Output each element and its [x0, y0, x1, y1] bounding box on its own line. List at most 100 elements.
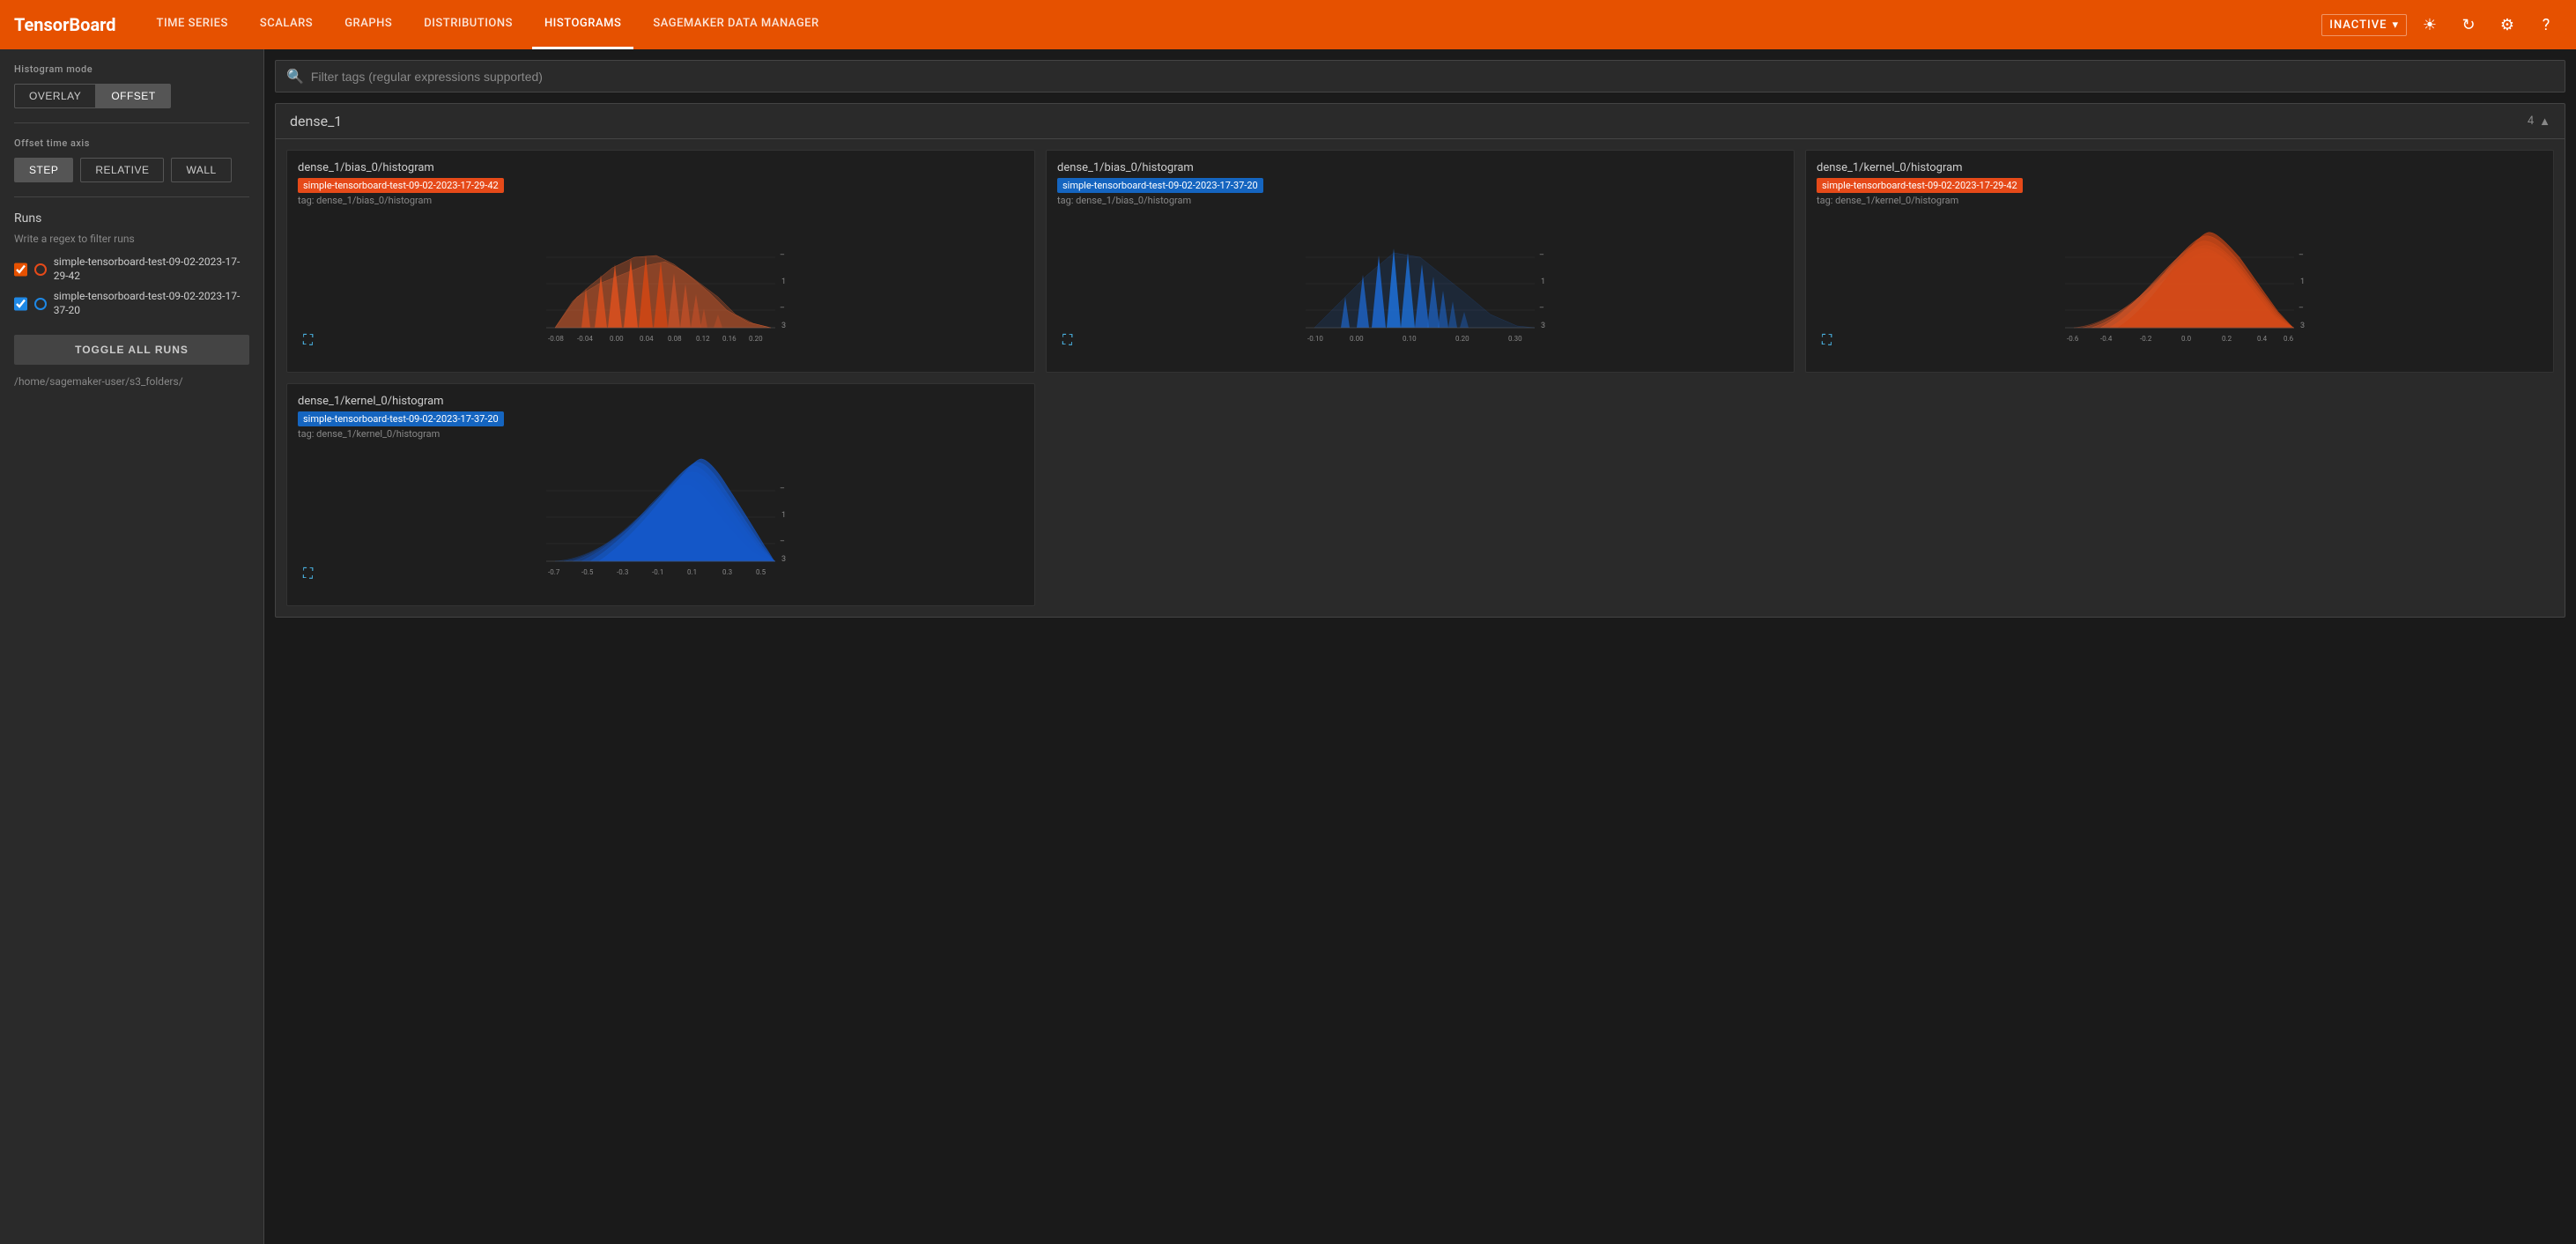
- svg-text:3: 3: [781, 322, 786, 330]
- nav-distributions[interactable]: DISTRIBUTIONS: [411, 0, 525, 49]
- svg-text:0.20: 0.20: [749, 335, 763, 343]
- chart-tag-label-2: tag: dense_1/kernel_0/histogram: [1817, 195, 2543, 206]
- svg-text:-0.7: -0.7: [548, 568, 560, 576]
- svg-text:-0.6: -0.6: [2067, 335, 2079, 343]
- chart-run-badge-3: simple-tensorboard-test-09-02-2023-17-37…: [298, 411, 504, 426]
- help-icon[interactable]: ?: [2530, 9, 2562, 41]
- svg-text:–: –: [780, 251, 785, 260]
- nav-scalars[interactable]: SCALARS: [248, 0, 325, 49]
- run-checkbox-1[interactable]: [14, 297, 27, 311]
- refresh-icon[interactable]: ↻: [2453, 9, 2484, 41]
- chart-run-badge-1: simple-tensorboard-test-09-02-2023-17-37…: [1057, 178, 1263, 193]
- offset-axis-label: Offset time axis: [14, 137, 249, 149]
- nav-histograms[interactable]: HISTOGRAMS: [532, 0, 633, 49]
- run-label-1: simple-tensorboard-test-09-02-2023-17-37…: [54, 290, 249, 317]
- svg-text:-0.10: -0.10: [1307, 335, 1323, 343]
- sidebar: Histogram mode OVERLAY OFFSET Offset tim…: [0, 49, 264, 1244]
- svg-text:3: 3: [781, 555, 786, 564]
- run-label-0: simple-tensorboard-test-09-02-2023-17-29…: [54, 255, 249, 283]
- svg-text:0.12: 0.12: [696, 335, 710, 343]
- svg-text:0.04: 0.04: [640, 335, 654, 343]
- overlay-mode-btn[interactable]: OVERLAY: [14, 84, 96, 108]
- wall-axis-btn[interactable]: WALL: [171, 158, 231, 182]
- settings-icon[interactable]: ⚙: [2491, 9, 2523, 41]
- svg-text:1: 1: [781, 511, 786, 520]
- svg-text:3: 3: [1541, 322, 1545, 330]
- expand-icon-0[interactable]: ⛶: [303, 331, 313, 349]
- chart-tag-label-1: tag: dense_1/bias_0/histogram: [1057, 195, 1783, 206]
- svg-text:–: –: [2298, 304, 2304, 313]
- svg-text:0.10: 0.10: [1403, 335, 1417, 343]
- chevron-down-icon: ▾: [2392, 19, 2399, 32]
- filter-bar: 🔍: [275, 60, 2565, 93]
- chart-title-0: dense_1/bias_0/histogram: [298, 161, 1024, 174]
- svg-text:0.4: 0.4: [2257, 335, 2268, 343]
- svg-text:3: 3: [2300, 322, 2305, 330]
- tag-group-dense1: dense_1 4 ▲ dense_1/bias_0/histogram sim…: [275, 103, 2565, 618]
- svg-text:-0.1: -0.1: [652, 568, 663, 576]
- brightness-icon[interactable]: ☀: [2414, 9, 2446, 41]
- chart-tag-label-0: tag: dense_1/bias_0/histogram: [298, 195, 1024, 206]
- offset-mode-btn[interactable]: OFFSET: [96, 84, 170, 108]
- nav-graphs[interactable]: GRAPHS: [332, 0, 404, 49]
- svg-text:0.16: 0.16: [722, 335, 737, 343]
- tag-group-name: dense_1: [290, 113, 342, 130]
- histogram-svg-1: – 1 – 3: [1057, 213, 1783, 354]
- expand-icon-3[interactable]: ⛶: [303, 565, 313, 582]
- run-item-1: simple-tensorboard-test-09-02-2023-17-37…: [14, 290, 249, 317]
- svg-text:0.1: 0.1: [687, 568, 697, 576]
- chart-card-1: dense_1/bias_0/histogram simple-tensorbo…: [1046, 150, 1795, 373]
- run-dot-1: [34, 298, 47, 310]
- histogram-mode-label: Histogram mode: [14, 63, 249, 75]
- main-content: 🔍 dense_1 4 ▲ dense_1/bias_0/histogram s…: [264, 49, 2576, 1244]
- search-icon: 🔍: [286, 68, 304, 85]
- svg-text:1: 1: [1541, 278, 1545, 286]
- chart-card-2: dense_1/kernel_0/histogram simple-tensor…: [1805, 150, 2554, 373]
- chart-area-3: – 1 – 3: [298, 447, 1024, 588]
- svg-text:1: 1: [781, 278, 786, 286]
- status-label: INACTIVE: [2329, 19, 2387, 32]
- chevron-up-icon[interactable]: ▲: [2539, 115, 2550, 129]
- chart-title-3: dense_1/kernel_0/histogram: [298, 395, 1024, 408]
- svg-text:0.5: 0.5: [756, 568, 766, 576]
- relative-axis-btn[interactable]: RELATIVE: [80, 158, 164, 182]
- chart-tag-label-3: tag: dense_1/kernel_0/histogram: [298, 428, 1024, 440]
- svg-text:0.2: 0.2: [2222, 335, 2232, 343]
- chart-card-3: dense_1/kernel_0/histogram simple-tensor…: [286, 383, 1035, 606]
- step-axis-btn[interactable]: STEP: [14, 158, 73, 182]
- toggle-all-runs-button[interactable]: TOGGLE ALL RUNS: [14, 335, 249, 365]
- svg-text:–: –: [2298, 251, 2304, 260]
- axis-buttons: STEP RELATIVE WALL: [14, 158, 249, 182]
- histogram-svg-0: – 1 – 3: [298, 213, 1024, 354]
- run-checkbox-0[interactable]: [14, 263, 27, 277]
- nav-time-series[interactable]: TIME SERIES: [144, 0, 241, 49]
- svg-text:0.3: 0.3: [722, 568, 732, 576]
- svg-text:-0.4: -0.4: [2100, 335, 2113, 343]
- svg-text:–: –: [780, 537, 785, 546]
- svg-text:1: 1: [2300, 278, 2305, 286]
- histogram-svg-2: – 1 – 3: [1817, 213, 2543, 354]
- charts-grid: dense_1/bias_0/histogram simple-tensorbo…: [276, 139, 2565, 617]
- svg-text:0.08: 0.08: [668, 335, 682, 343]
- svg-text:0.00: 0.00: [610, 335, 624, 343]
- nav-sagemaker[interactable]: SAGEMAKER DATA MANAGER: [640, 0, 831, 49]
- svg-text:–: –: [1539, 251, 1544, 260]
- expand-icon-2[interactable]: ⛶: [1822, 331, 1832, 349]
- expand-icon-1[interactable]: ⛶: [1062, 331, 1072, 349]
- chart-area-2: – 1 – 3: [1817, 213, 2543, 354]
- svg-text:0.00: 0.00: [1350, 335, 1364, 343]
- svg-text:0.30: 0.30: [1508, 335, 1522, 343]
- folder-path: /home/sagemaker-user/s3_folders/: [14, 375, 249, 388]
- histogram-svg-3: – 1 – 3: [298, 447, 1024, 588]
- filter-input[interactable]: [311, 70, 2554, 84]
- tag-group-header: dense_1 4 ▲: [276, 104, 2565, 139]
- svg-text:-0.5: -0.5: [581, 568, 594, 576]
- svg-text:-0.08: -0.08: [548, 335, 564, 343]
- chart-title-2: dense_1/kernel_0/histogram: [1817, 161, 2543, 174]
- count-value: 4: [2528, 115, 2534, 128]
- svg-text:–: –: [780, 304, 785, 313]
- chart-run-badge-2: simple-tensorboard-test-09-02-2023-17-29…: [1817, 178, 2023, 193]
- svg-text:0.0: 0.0: [2181, 335, 2192, 343]
- status-dropdown[interactable]: INACTIVE ▾: [2321, 14, 2407, 36]
- chart-run-badge-0: simple-tensorboard-test-09-02-2023-17-29…: [298, 178, 504, 193]
